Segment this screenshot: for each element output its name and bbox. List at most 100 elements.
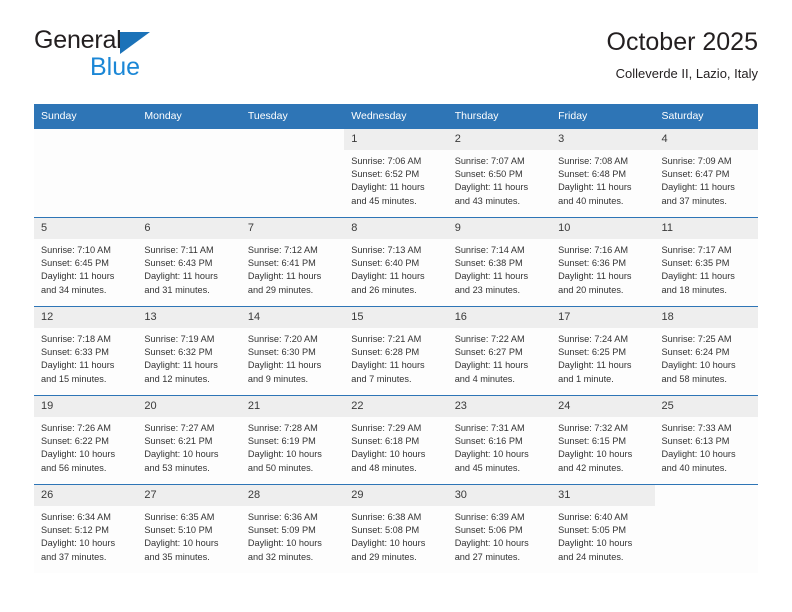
daylight-text: Daylight: 11 hours and 34 minutes. (41, 271, 115, 295)
day-details: Sunrise: 6:40 AM Sunset: 5:05 PM Daylight:… (551, 506, 654, 564)
daylight-text: Daylight: 11 hours and 31 minutes. (144, 271, 218, 295)
sunrise-sunset-calendar: Sunday Monday Tuesday Wednesday Thursday Frid… (34, 104, 758, 573)
sunrise-text: Sunrise: 6:35 AM (144, 512, 215, 522)
sunset-text: Sunset: 5:10 PM (144, 525, 213, 536)
sunrise-text: Sunrise: 7:29 AM (351, 423, 422, 433)
calendar-day-cell[interactable]: 22 Sunrise: 7:29 AM Sunset: 6:18 PM Dayligh… (344, 395, 448, 485)
calendar-day-cell[interactable]: 21 Sunrise: 7:28 AM Sunset: 6:19 PM Dayligh… (240, 395, 345, 485)
calendar-day-cell[interactable]: 14 Sunrise: 7:20 AM Sunset: 6:30 PM Dayligh… (240, 306, 345, 396)
sunset-text: Sunset: 6:30 PM (247, 347, 316, 358)
sunrise-text: Sunrise: 6:36 AM (247, 512, 318, 522)
calendar-day-cell[interactable]: 10 Sunrise: 7:16 AM Sunset: 6:36 PM Dayligh… (551, 217, 655, 307)
daylight-text: Daylight: 11 hours and 29 minutes. (247, 271, 322, 295)
sunrise-text: Sunrise: 7:31 AM (454, 423, 525, 433)
sunset-text: Sunset: 6:48 PM (558, 169, 627, 180)
day-details: Sunrise: 7:25 AM Sunset: 6:24 PM Daylight:… (655, 328, 758, 386)
calendar-day-cell[interactable]: 19 Sunrise: 7:26 AM Sunset: 6:22 PM Dayligh… (34, 395, 138, 485)
day-number (240, 129, 345, 150)
sunset-text: Sunset: 6:13 PM (661, 436, 730, 447)
sunset-text: Sunset: 6:22 PM (41, 436, 109, 447)
day-details: Sunrise: 7:09 AM Sunset: 6:47 PM Daylight:… (655, 150, 758, 208)
sunrise-text: Sunrise: 7:21 AM (351, 334, 422, 344)
calendar-day-cell[interactable]: 12 Sunrise: 7:18 AM Sunset: 6:33 PM Dayligh… (34, 306, 138, 396)
day-details: Sunrise: 7:10 AM Sunset: 6:45 PM Daylight:… (34, 239, 137, 297)
sunrise-text: Sunrise: 7:27 AM (144, 423, 215, 433)
calendar-day-cell[interactable]: 26 Sunrise: 6:34 AM Sunset: 5:12 PM Dayligh… (34, 484, 138, 573)
calendar-page: General Blue October 2025 Colleverde II,… (0, 0, 792, 612)
sunset-text: Sunset: 6:16 PM (454, 436, 523, 447)
day-number: 28 (240, 485, 345, 506)
calendar-day-cell[interactable]: 25 Sunrise: 7:33 AM Sunset: 6:13 PM Dayligh… (654, 395, 758, 485)
day-number: 20 (137, 396, 241, 417)
calendar-day-cell[interactable]: 15 Sunrise: 7:21 AM Sunset: 6:28 PM Dayligh… (344, 306, 448, 396)
calendar-day-cell[interactable]: 30 Sunrise: 6:39 AM Sunset: 5:06 PM Dayligh… (447, 484, 552, 573)
sunset-text: Sunset: 5:05 PM (558, 525, 627, 536)
sunrise-text: Sunrise: 7:06 AM (351, 156, 422, 166)
day-details: Sunrise: 7:33 AM Sunset: 6:13 PM Daylight:… (655, 417, 758, 475)
sunrise-text: Sunrise: 6:40 AM (558, 512, 629, 522)
day-number: 27 (137, 485, 241, 506)
calendar-week-row: 19 Sunrise: 7:26 AM Sunset: 6:22 PM Dayligh… (34, 395, 758, 485)
calendar-day-cell[interactable]: 29 Sunrise: 6:38 AM Sunset: 5:08 PM Dayligh… (344, 484, 448, 573)
calendar-day-cell[interactable]: 4 Sunrise: 7:09 AM Sunset: 6:47 PM Daylight… (654, 128, 758, 218)
calendar-day-cell[interactable]: 5 Sunrise: 7:10 AM Sunset: 6:45 PM Daylight… (34, 217, 138, 307)
calendar-day-cell[interactable]: 7 Sunrise: 7:12 AM Sunset: 6:41 PM Daylight… (240, 217, 345, 307)
sunset-text: Sunset: 6:40 PM (351, 258, 420, 269)
day-number: 5 (34, 218, 138, 239)
calendar-day-cell[interactable]: 1 Sunrise: 7:06 AM Sunset: 6:52 PM Daylight… (344, 128, 448, 218)
daylight-text: Daylight: 11 hours and 12 minutes. (144, 360, 218, 384)
day-number: 25 (654, 396, 758, 417)
calendar-week-row: 12 Sunrise: 7:18 AM Sunset: 6:33 PM Dayligh… (34, 306, 758, 396)
day-number: 30 (447, 485, 552, 506)
calendar-day-cell[interactable]: 3 Sunrise: 7:08 AM Sunset: 6:48 PM Daylight… (551, 128, 655, 218)
daylight-text: Daylight: 10 hours and 48 minutes. (351, 449, 426, 473)
sunrise-text: Sunrise: 6:38 AM (351, 512, 422, 522)
sunset-text: Sunset: 6:33 PM (41, 347, 109, 358)
calendar-day-cell[interactable]: 16 Sunrise: 7:22 AM Sunset: 6:27 PM Dayligh… (447, 306, 552, 396)
calendar-day-cell[interactable]: 28 Sunrise: 6:36 AM Sunset: 5:09 PM Dayligh… (240, 484, 345, 573)
daylight-text: Daylight: 10 hours and 56 minutes. (41, 449, 116, 473)
sunset-text: Sunset: 6:15 PM (558, 436, 627, 447)
sunset-text: Sunset: 6:18 PM (351, 436, 420, 447)
calendar-day-cell[interactable]: 8 Sunrise: 7:13 AM Sunset: 6:40 PM Daylight… (344, 217, 448, 307)
calendar-day-cell[interactable]: 18 Sunrise: 7:25 AM Sunset: 6:24 PM Dayligh… (654, 306, 758, 396)
calendar-day-cell[interactable]: 13 Sunrise: 7:19 AM Sunset: 6:32 PM Dayligh… (137, 306, 241, 396)
day-number: 14 (240, 307, 345, 328)
sunset-text: Sunset: 6:32 PM (144, 347, 213, 358)
daylight-text: Daylight: 10 hours and 45 minutes. (454, 449, 529, 473)
daylight-text: Daylight: 11 hours and 9 minutes. (247, 360, 322, 384)
daylight-text: Daylight: 10 hours and 50 minutes. (247, 449, 322, 473)
day-number: 18 (654, 307, 758, 328)
calendar-day-cell[interactable]: 20 Sunrise: 7:27 AM Sunset: 6:21 PM Dayligh… (137, 395, 241, 485)
sunrise-text: Sunrise: 7:22 AM (454, 334, 525, 344)
calendar-day-cell[interactable]: 23 Sunrise: 7:31 AM Sunset: 6:16 PM Dayligh… (447, 395, 552, 485)
calendar-day-cell[interactable]: 27 Sunrise: 6:35 AM Sunset: 5:10 PM Dayligh… (137, 484, 241, 573)
sunrise-text: Sunrise: 7:07 AM (454, 156, 525, 166)
day-details: Sunrise: 7:31 AM Sunset: 6:16 PM Daylight:… (448, 417, 551, 475)
sunrise-text: Sunrise: 6:34 AM (41, 512, 111, 522)
calendar-day-cell[interactable]: 24 Sunrise: 7:32 AM Sunset: 6:15 PM Dayligh… (551, 395, 655, 485)
day-number: 16 (447, 307, 552, 328)
day-number: 17 (551, 307, 655, 328)
daylight-text: Daylight: 11 hours and 26 minutes. (351, 271, 425, 295)
title-block: October 2025 Colleverde II, Lazio, Italy (607, 26, 759, 82)
day-number: 11 (654, 218, 758, 239)
day-details: Sunrise: 7:12 AM Sunset: 6:41 PM Daylight:… (241, 239, 344, 297)
page-subtitle: Colleverde II, Lazio, Italy (615, 66, 758, 81)
calendar-day-cell[interactable]: 17 Sunrise: 7:24 AM Sunset: 6:25 PM Dayligh… (551, 306, 655, 396)
weekday-header-monday: Monday (137, 104, 241, 129)
day-number (34, 129, 138, 150)
calendar-day-cell[interactable]: 6 Sunrise: 7:11 AM Sunset: 6:43 PM Daylight… (137, 217, 241, 307)
weekday-header-friday: Friday (551, 104, 655, 129)
sunrise-text: Sunrise: 6:39 AM (454, 512, 525, 522)
calendar-day-cell[interactable]: 31 Sunrise: 6:40 AM Sunset: 5:05 PM Dayligh… (551, 484, 655, 573)
calendar-day-cell[interactable]: 9 Sunrise: 7:14 AM Sunset: 6:38 PM Daylight… (447, 217, 552, 307)
day-details: Sunrise: 7:20 AM Sunset: 6:30 PM Daylight:… (241, 328, 344, 386)
day-details: Sunrise: 7:17 AM Sunset: 6:35 PM Daylight:… (655, 239, 758, 297)
calendar-day-cell[interactable]: 2 Sunrise: 7:07 AM Sunset: 6:50 PM Daylight… (447, 128, 552, 218)
calendar-day-cell[interactable]: 11 Sunrise: 7:17 AM Sunset: 6:35 PM Dayligh… (654, 217, 758, 307)
day-number: 8 (344, 218, 448, 239)
sunset-text: Sunset: 6:36 PM (558, 258, 627, 269)
calendar-day-cell-empty (240, 128, 345, 218)
weekday-header-sunday: Sunday (34, 104, 138, 129)
